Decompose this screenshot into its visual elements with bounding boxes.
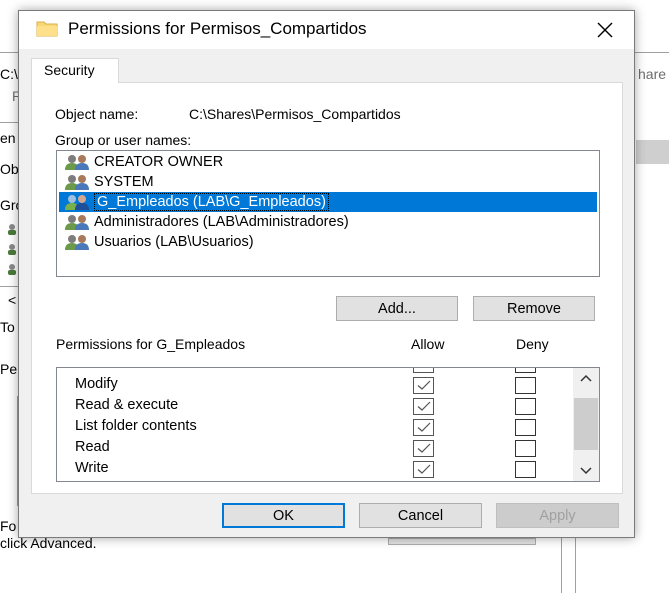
allow-checkbox[interactable] (413, 461, 434, 478)
close-button[interactable] (584, 13, 626, 47)
allow-checkbox[interactable] (413, 377, 434, 394)
checkmark-icon (417, 464, 431, 474)
allow-checkbox[interactable] (413, 398, 434, 415)
bg-divider (0, 286, 18, 287)
remove-button[interactable]: Remove (473, 296, 595, 321)
dialog-body: Security Object name: C:\Shares\Permisos… (19, 49, 634, 537)
users-icon (65, 155, 89, 170)
chevron-down-icon[interactable] (580, 467, 592, 475)
object-name-label: Object name: (55, 106, 139, 122)
bg-divider (561, 538, 562, 593)
permission-row: Modify (57, 375, 567, 396)
bg-divider (0, 122, 18, 123)
bg-text-fragment: en (0, 130, 16, 146)
scrollbar-thumb[interactable] (574, 398, 598, 450)
permissions-dialog: Permissions for Permisos_Compartidos Sec… (18, 10, 635, 538)
deny-column-header: Deny (516, 336, 549, 352)
apply-button[interactable]: Apply (496, 503, 619, 528)
deny-checkbox[interactable] (515, 398, 536, 415)
permissions-for-label: Permissions for G_Empleados (56, 336, 246, 352)
list-item[interactable]: Usuarios (LAB\Usuarios) (59, 232, 597, 252)
group-name: Usuarios (LAB\Usuarios) (94, 234, 254, 250)
deny-checkbox[interactable] (515, 368, 536, 373)
group-name: G_Empleados (LAB\G_Empleados) (94, 193, 329, 211)
checkmark-icon (417, 380, 431, 390)
users-icon (6, 262, 18, 275)
object-name-value: C:\Shares\Permisos_Compartidos (189, 106, 401, 122)
deny-checkbox[interactable] (515, 377, 536, 394)
checkmark-icon (417, 422, 431, 432)
group-user-list[interactable]: CREATOR OWNER SYSTEM G_Empleados (LAB\G_… (56, 150, 600, 277)
users-icon (6, 242, 18, 255)
group-or-user-names-label: Group or user names: (55, 132, 192, 148)
group-name: SYSTEM (94, 174, 154, 190)
permission-name: Modify (75, 376, 118, 392)
list-item-selected[interactable]: G_Empleados (LAB\G_Empleados) (59, 192, 597, 212)
bg-text-fragment: Pe (0, 361, 18, 377)
bg-text-fragment: C:\ (0, 66, 18, 82)
allow-checkbox[interactable] (413, 368, 434, 373)
bg-divider (575, 538, 576, 593)
chevron-up-icon[interactable] (580, 374, 592, 382)
bg-text-fragment: Ob (0, 161, 19, 177)
permission-name: Read (75, 439, 110, 455)
bg-divider (0, 52, 18, 53)
permissions-list[interactable]: Modify Read & execute List folder conten… (56, 367, 600, 482)
permission-name: Write (75, 460, 109, 476)
checkmark-icon (417, 401, 431, 411)
permission-row: Read & execute (57, 396, 567, 417)
users-icon (6, 222, 18, 235)
permission-row: Read (57, 438, 567, 459)
users-icon (65, 195, 89, 210)
permission-name: Read & execute (75, 397, 179, 413)
permission-row: Write (57, 459, 567, 480)
add-button[interactable]: Add... (336, 296, 458, 321)
permissions-scrollbar[interactable] (573, 368, 599, 481)
checkmark-icon (417, 443, 431, 453)
list-item[interactable]: Administradores (LAB\Administradores) (59, 212, 597, 232)
deny-checkbox[interactable] (515, 419, 536, 436)
bg-text-fragment: To (0, 319, 15, 335)
bg-text-fragment: Fo (0, 518, 17, 534)
folder-icon (36, 19, 58, 37)
ok-button[interactable]: OK (222, 503, 345, 528)
users-icon (65, 235, 89, 250)
deny-checkbox[interactable] (515, 461, 536, 478)
cancel-button[interactable]: Cancel (359, 503, 482, 528)
list-item[interactable]: CREATOR OWNER (59, 152, 597, 172)
allow-checkbox[interactable] (413, 440, 434, 457)
allow-column-header: Allow (411, 336, 445, 352)
security-tab-panel: Object name: C:\Shares\Permisos_Comparti… (31, 82, 623, 494)
group-name: CREATOR OWNER (94, 154, 224, 170)
bg-gray-block (636, 140, 669, 164)
users-icon (65, 175, 89, 190)
bg-divider (635, 52, 669, 53)
deny-checkbox[interactable] (515, 440, 536, 457)
bg-text-fragment: < (8, 292, 17, 308)
allow-checkbox[interactable] (413, 419, 434, 436)
permission-row: List folder contents (57, 417, 567, 438)
users-icon (65, 215, 89, 230)
tab-security[interactable]: Security (31, 58, 119, 83)
title-bar[interactable]: Permissions for Permisos_Compartidos (19, 11, 634, 49)
group-name: Administradores (LAB\Administradores) (94, 214, 349, 230)
bg-button (388, 538, 536, 545)
list-item[interactable]: SYSTEM (59, 172, 597, 192)
permission-name: List folder contents (75, 418, 197, 434)
dialog-title: Permissions for Permisos_Compartidos (68, 19, 367, 38)
close-icon (597, 22, 613, 38)
bg-text-fragment: hare (638, 66, 667, 82)
